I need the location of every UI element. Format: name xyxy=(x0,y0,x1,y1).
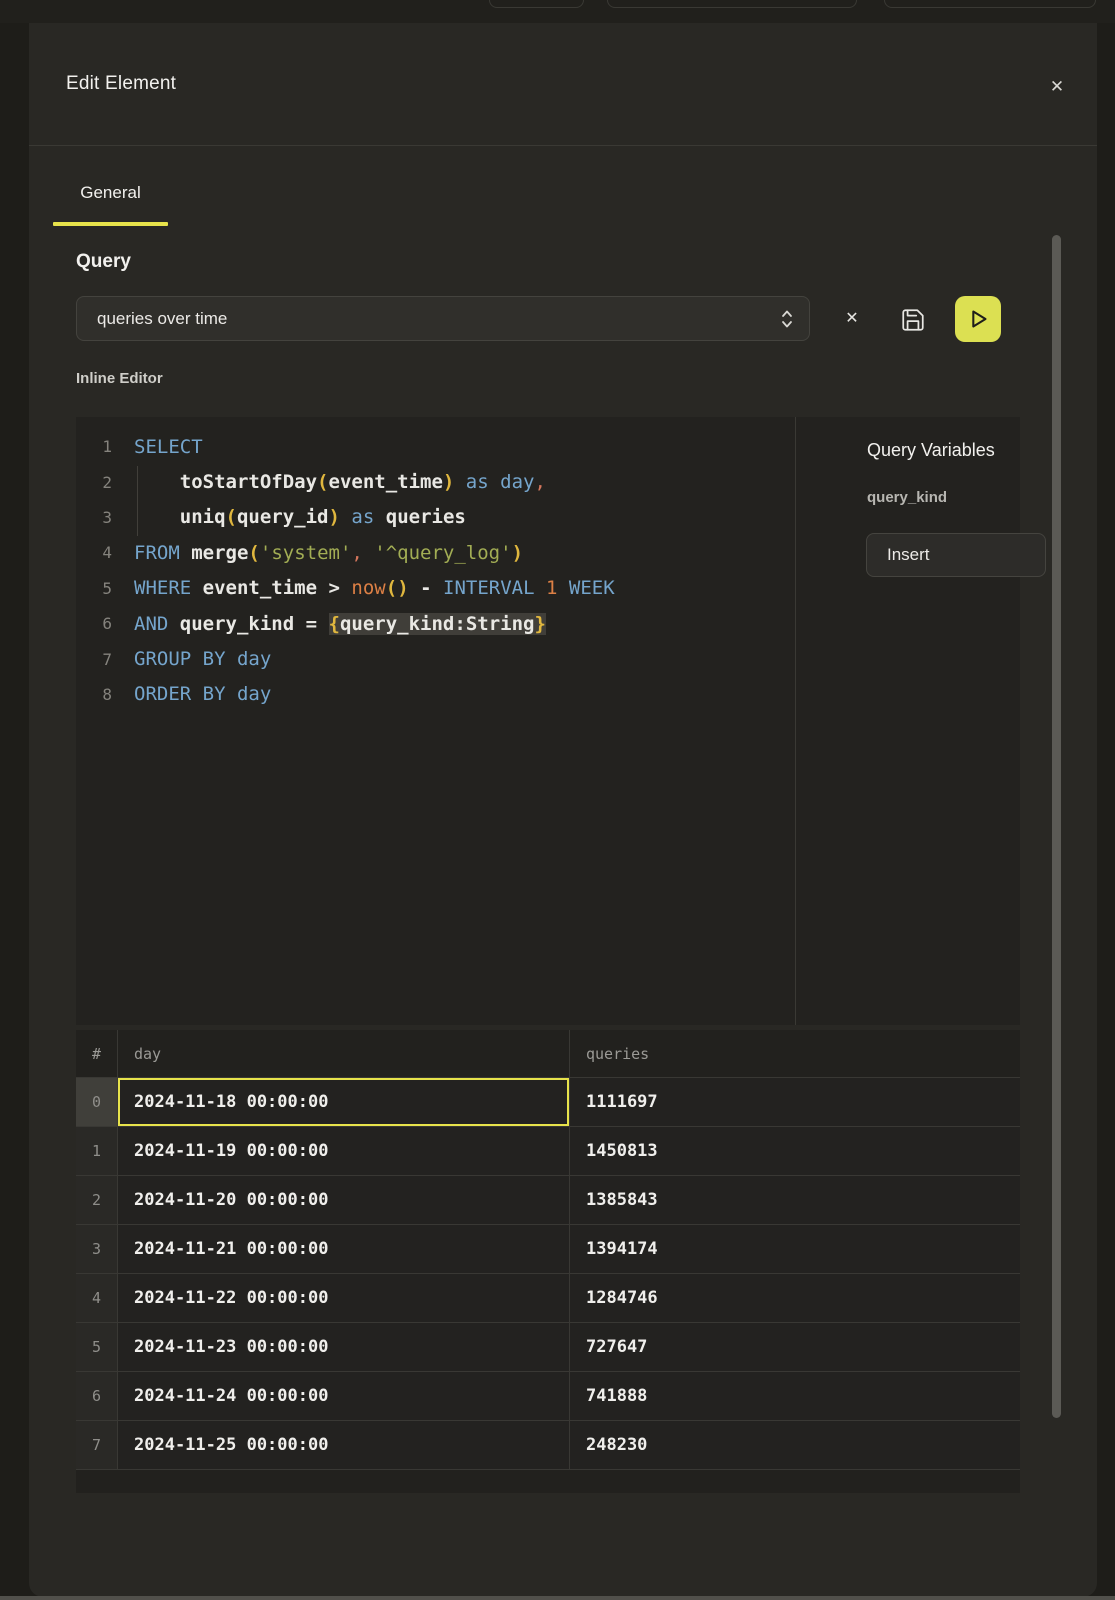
query-variables-panel: Query Variables query_kind Insert xyxy=(796,417,1020,1025)
table-header-row: # day queries xyxy=(76,1030,1020,1078)
day-cell[interactable]: 2024-11-23 00:00:00 xyxy=(118,1323,570,1372)
line-number: 4 xyxy=(76,543,112,562)
row-index-cell: 0 xyxy=(76,1078,118,1127)
table-body: 02024-11-18 00:00:001111697 12024-11-19 0… xyxy=(76,1078,1020,1470)
queries-cell[interactable]: 1284746 xyxy=(570,1274,1020,1323)
topbar-button[interactable] xyxy=(607,0,857,8)
day-cell[interactable]: 2024-11-18 00:00:00 xyxy=(118,1078,570,1127)
sql-editor[interactable]: 1SELECT2 toStartOfDay(event_time) as day… xyxy=(76,417,795,1025)
line-number: 6 xyxy=(76,614,112,633)
day-cell[interactable]: 2024-11-20 00:00:00 xyxy=(118,1176,570,1225)
query-variable-name: query_kind xyxy=(867,489,947,506)
play-icon xyxy=(963,304,993,334)
close-icon[interactable]: ✕ xyxy=(1043,73,1071,101)
row-index-cell: 6 xyxy=(76,1372,118,1421)
topbar-button[interactable] xyxy=(489,0,584,8)
chevron-up-down-icon xyxy=(779,308,795,330)
table-footer-strip xyxy=(76,1470,1020,1492)
tab-general[interactable]: General xyxy=(53,183,168,203)
query-select[interactable]: queries over time xyxy=(76,296,810,341)
tab-general-label: General xyxy=(80,183,140,202)
day-cell[interactable]: 2024-11-21 00:00:00 xyxy=(118,1225,570,1274)
row-index-cell: 1 xyxy=(76,1127,118,1176)
queries-cell[interactable]: 741888 xyxy=(570,1372,1020,1421)
code-line: 1SELECT xyxy=(76,429,795,464)
column-header-day: day xyxy=(118,1030,570,1078)
code-editor-lines: 1SELECT2 toStartOfDay(event_time) as day… xyxy=(76,429,795,712)
save-icon xyxy=(900,307,926,333)
background-toolbar xyxy=(0,0,1115,23)
line-number: 5 xyxy=(76,579,112,598)
clear-query-button[interactable]: ✕ xyxy=(838,305,866,333)
line-number: 7 xyxy=(76,650,112,669)
queries-cell[interactable]: 248230 xyxy=(570,1421,1020,1470)
row-index-cell: 5 xyxy=(76,1323,118,1372)
query-section-heading: Query xyxy=(76,251,131,273)
scrollbar-thumb[interactable] xyxy=(1052,235,1061,1418)
column-header-queries: queries xyxy=(570,1030,1020,1078)
row-index-cell: 3 xyxy=(76,1225,118,1274)
day-cell[interactable]: 2024-11-25 00:00:00 xyxy=(118,1421,570,1470)
topbar-button[interactable] xyxy=(884,0,1096,8)
code-line: 5WHERE event_time > now() - INTERVAL 1 W… xyxy=(76,571,795,606)
page: Edit Element ✕ General Query queries ove… xyxy=(0,0,1115,1600)
bottom-edge-strip xyxy=(0,1596,1115,1600)
row-index-cell: 2 xyxy=(76,1176,118,1225)
row-index-cell: 4 xyxy=(76,1274,118,1323)
tab-active-underline xyxy=(53,222,168,226)
results-table: # day queries 02024-11-18 00:00:00111169… xyxy=(76,1030,1020,1493)
sql-editor-container: 1SELECT2 toStartOfDay(event_time) as day… xyxy=(76,417,1020,1025)
line-number: 3 xyxy=(76,508,112,527)
indent-guide xyxy=(137,466,138,536)
code-line: 7GROUP BY day xyxy=(76,641,795,676)
edit-element-dialog: Edit Element ✕ General Query queries ove… xyxy=(29,23,1097,1597)
inline-editor-label: Inline Editor xyxy=(76,370,163,387)
code-line: 2 toStartOfDay(event_time) as day, xyxy=(76,464,795,499)
column-header-index: # xyxy=(76,1030,118,1078)
insert-variable-button[interactable]: Insert xyxy=(866,533,1046,577)
day-cell[interactable]: 2024-11-24 00:00:00 xyxy=(118,1372,570,1421)
queries-cell[interactable]: 727647 xyxy=(570,1323,1020,1372)
line-number: 1 xyxy=(76,437,112,456)
code-line: 6AND query_kind = {query_kind:String} xyxy=(76,606,795,641)
code-line: 3 uniq(query_id) as queries xyxy=(76,500,795,535)
code-line: 8ORDER BY day xyxy=(76,677,795,712)
queries-cell[interactable]: 1111697 xyxy=(570,1078,1020,1127)
query-select-value: queries over time xyxy=(97,309,227,329)
run-query-button[interactable] xyxy=(955,296,1001,342)
header-divider xyxy=(29,145,1097,146)
line-number: 2 xyxy=(76,473,112,492)
query-variables-heading: Query Variables xyxy=(867,440,995,461)
dialog-title: Edit Element xyxy=(66,73,176,95)
day-cell[interactable]: 2024-11-19 00:00:00 xyxy=(118,1127,570,1176)
queries-cell[interactable]: 1385843 xyxy=(570,1176,1020,1225)
code-line: 4FROM merge('system', '^query_log') xyxy=(76,535,795,570)
save-query-button[interactable] xyxy=(900,307,926,333)
day-cell[interactable]: 2024-11-22 00:00:00 xyxy=(118,1274,570,1323)
line-number: 8 xyxy=(76,685,112,704)
row-index-cell: 7 xyxy=(76,1421,118,1470)
queries-cell[interactable]: 1450813 xyxy=(570,1127,1020,1176)
queries-cell[interactable]: 1394174 xyxy=(570,1225,1020,1274)
